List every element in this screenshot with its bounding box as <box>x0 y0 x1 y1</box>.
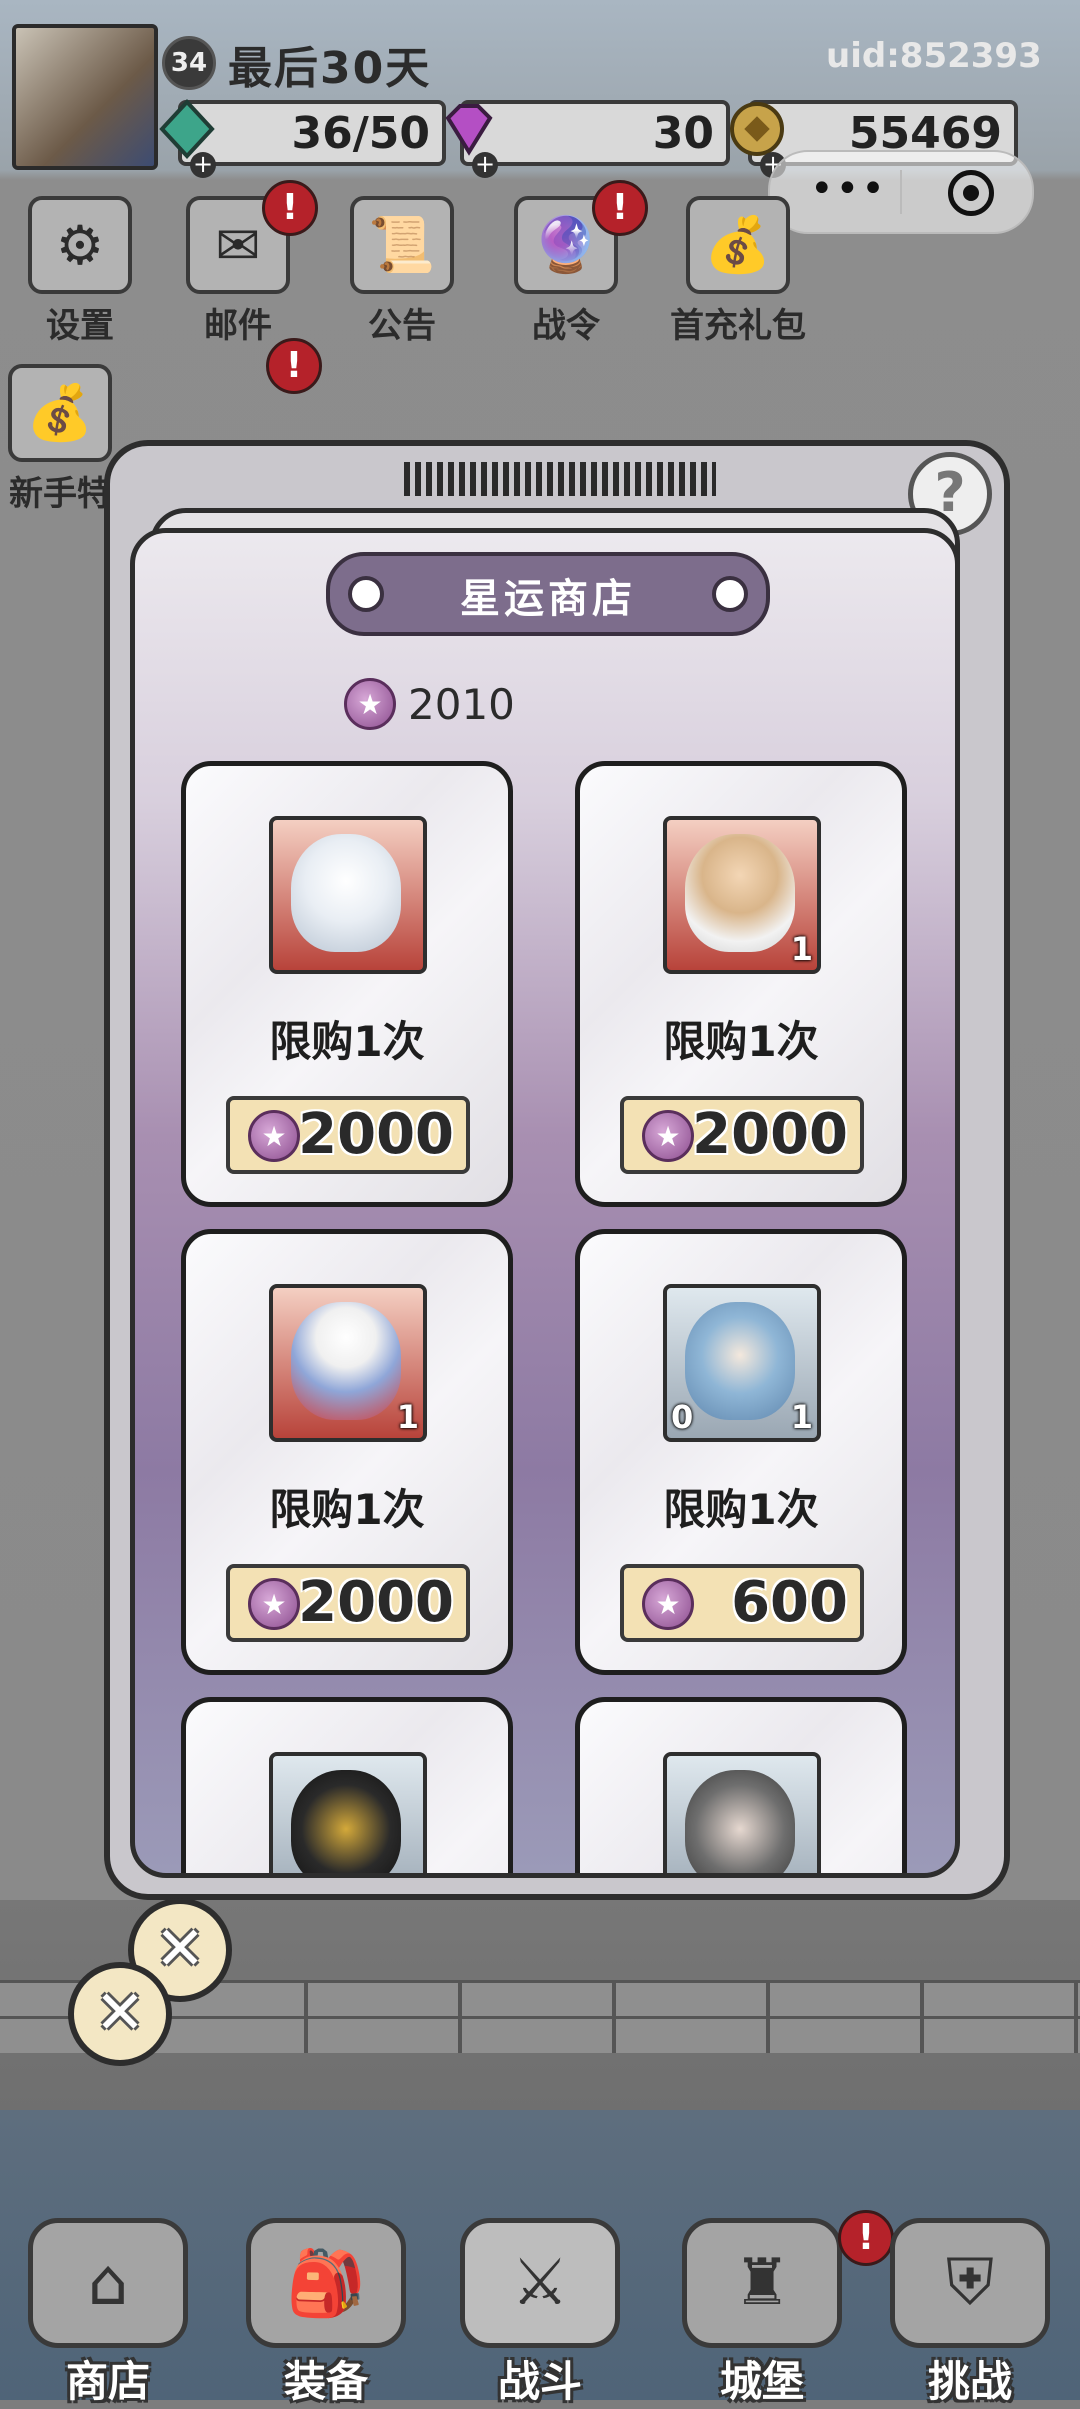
menu-label: 公告 <box>368 306 436 346</box>
price-button[interactable]: ★ 600 <box>620 1564 864 1642</box>
gem-counter[interactable]: + 30 <box>445 100 730 178</box>
item-count: 1 <box>790 930 813 968</box>
shop-title: 星运商店 <box>460 576 636 622</box>
scroll-icon: 📜 <box>350 196 454 294</box>
menu-label: 战令 <box>532 306 600 346</box>
gear-icon: ⚙ <box>28 196 132 294</box>
white-hair-girl-portrait <box>291 834 401 952</box>
mail-alert-icon: ! <box>262 180 318 236</box>
star-coin-icon: ★ <box>642 1110 694 1162</box>
level-badge: 34 <box>162 36 216 90</box>
star-coin-icon: ★ <box>248 1110 300 1162</box>
nav-battle[interactable]: ⚔ 战斗 <box>450 2210 630 2406</box>
panel-stripe-decoration <box>404 462 716 496</box>
player-uid: uid:852393 <box>826 36 1042 76</box>
add-gems-icon[interactable]: + <box>472 152 498 178</box>
old-sage-portrait <box>685 834 795 952</box>
energy-value: 36/50 <box>291 108 430 159</box>
item-portrait <box>663 1752 821 1873</box>
item-portrait: 1 <box>663 816 821 974</box>
add-energy-icon[interactable]: + <box>190 152 216 178</box>
item-portrait: 1 <box>269 1284 427 1442</box>
close-miniprogram-icon[interactable] <box>948 170 994 216</box>
nav-challenge[interactable]: ⛨ 挑战 <box>880 2210 1060 2406</box>
shop-item-card[interactable]: 0 1 限购1次 ★ 600 <box>575 1229 907 1675</box>
shop-item-card[interactable] <box>181 1697 513 1873</box>
star-coin-icon: ★ <box>642 1578 694 1630</box>
banner-dot <box>712 576 748 612</box>
player-avatar[interactable] <box>12 24 158 170</box>
shop-item-card[interactable] <box>575 1697 907 1873</box>
shop-title-banner: 星运商店 <box>326 552 770 636</box>
star-coin-icon: ★ <box>344 678 396 730</box>
price-button[interactable]: ★ 2000 <box>620 1096 864 1174</box>
gem-value: 30 <box>652 108 714 159</box>
bottom-nav: ⌂ 商店 🎒 装备 ⚔ 战斗 ♜ 城堡 ! ⛨ 挑战 <box>0 2210 1080 2406</box>
price-value: 2000 <box>692 1102 848 1167</box>
price-value: 2000 <box>298 1570 454 1635</box>
shop-house-icon: ⌂ <box>28 2218 188 2348</box>
jackal-mask-portrait <box>291 1770 401 1873</box>
purchase-limit: 限购1次 <box>663 1017 819 1066</box>
price-value: 2000 <box>298 1102 454 1167</box>
nav-shop[interactable]: ⌂ 商店 <box>18 2210 198 2406</box>
hooded-ice-mage-portrait <box>685 1302 795 1420</box>
menu-newbie[interactable]: 💰 新手特 <box>0 364 120 515</box>
shop-item-card[interactable]: 1 限购1次 ★ 2000 <box>575 761 907 1207</box>
currency-amount: 2010 <box>408 679 515 729</box>
menu-alert-icon: ! <box>266 338 322 394</box>
nav-castle[interactable]: ♜ 城堡 <box>672 2210 852 2406</box>
shop-item-card[interactable]: 1 限购1次 ★ 2000 <box>181 1229 513 1675</box>
player-name: 最后30天 <box>228 43 432 94</box>
menu-label: 设置 <box>46 306 114 346</box>
item-level: 0 <box>671 1398 694 1436</box>
price-value: 600 <box>731 1570 848 1635</box>
menu-label: 新手特 <box>9 474 111 514</box>
more-options-icon[interactable]: ••• <box>810 166 887 212</box>
menu-settings[interactable]: ⚙ 设置 <box>10 196 150 347</box>
menu-first-recharge[interactable]: 💰 首充礼包 <box>660 196 816 347</box>
price-button[interactable]: ★ 2000 <box>226 1096 470 1174</box>
menu-announcement[interactable]: 📜 公告 <box>332 196 472 347</box>
purchase-limit: 限购1次 <box>663 1485 819 1534</box>
purchase-limit: 限购1次 <box>269 1017 425 1066</box>
item-count: 1 <box>790 1398 813 1436</box>
masked-warrior-portrait <box>685 1770 795 1873</box>
item-count: 1 <box>396 1398 419 1436</box>
nav-equipment[interactable]: 🎒 装备 <box>236 2210 416 2406</box>
purchase-limit: 限购1次 <box>269 1485 425 1534</box>
menu-label: 首充礼包 <box>670 306 806 346</box>
gift-bag-icon: 💰 <box>686 196 790 294</box>
shop-panel[interactable]: 限购1次 ★ 2000 1 限购1次 ★ 2000 1 限购1次 ★ 2000 … <box>130 528 960 1878</box>
capsule-divider <box>900 170 902 214</box>
energy-counter[interactable]: + 36/50 <box>159 99 446 178</box>
castle-icon: ♜ <box>682 2218 842 2348</box>
panda-hat-girl-portrait <box>291 1302 401 1420</box>
shop-currency-balance: ★ 2010 <box>344 676 515 732</box>
price-button[interactable]: ★ 2000 <box>226 1564 470 1642</box>
star-coin-icon: ★ <box>248 1578 300 1630</box>
backpack-icon: 🎒 <box>246 2218 406 2348</box>
shield-icon: ⛨ <box>890 2218 1050 2348</box>
crossed-swords-icon: ⚔ <box>460 2218 620 2348</box>
shop-item-card[interactable]: 限购1次 ★ 2000 <box>181 761 513 1207</box>
item-portrait <box>269 816 427 974</box>
newbie-bag-icon: 💰 <box>8 364 112 462</box>
close-button[interactable]: ✕ <box>68 1962 172 2066</box>
battle-pass-alert-icon: ! <box>592 180 648 236</box>
item-portrait: 0 1 <box>663 1284 821 1442</box>
item-portrait <box>269 1752 427 1873</box>
